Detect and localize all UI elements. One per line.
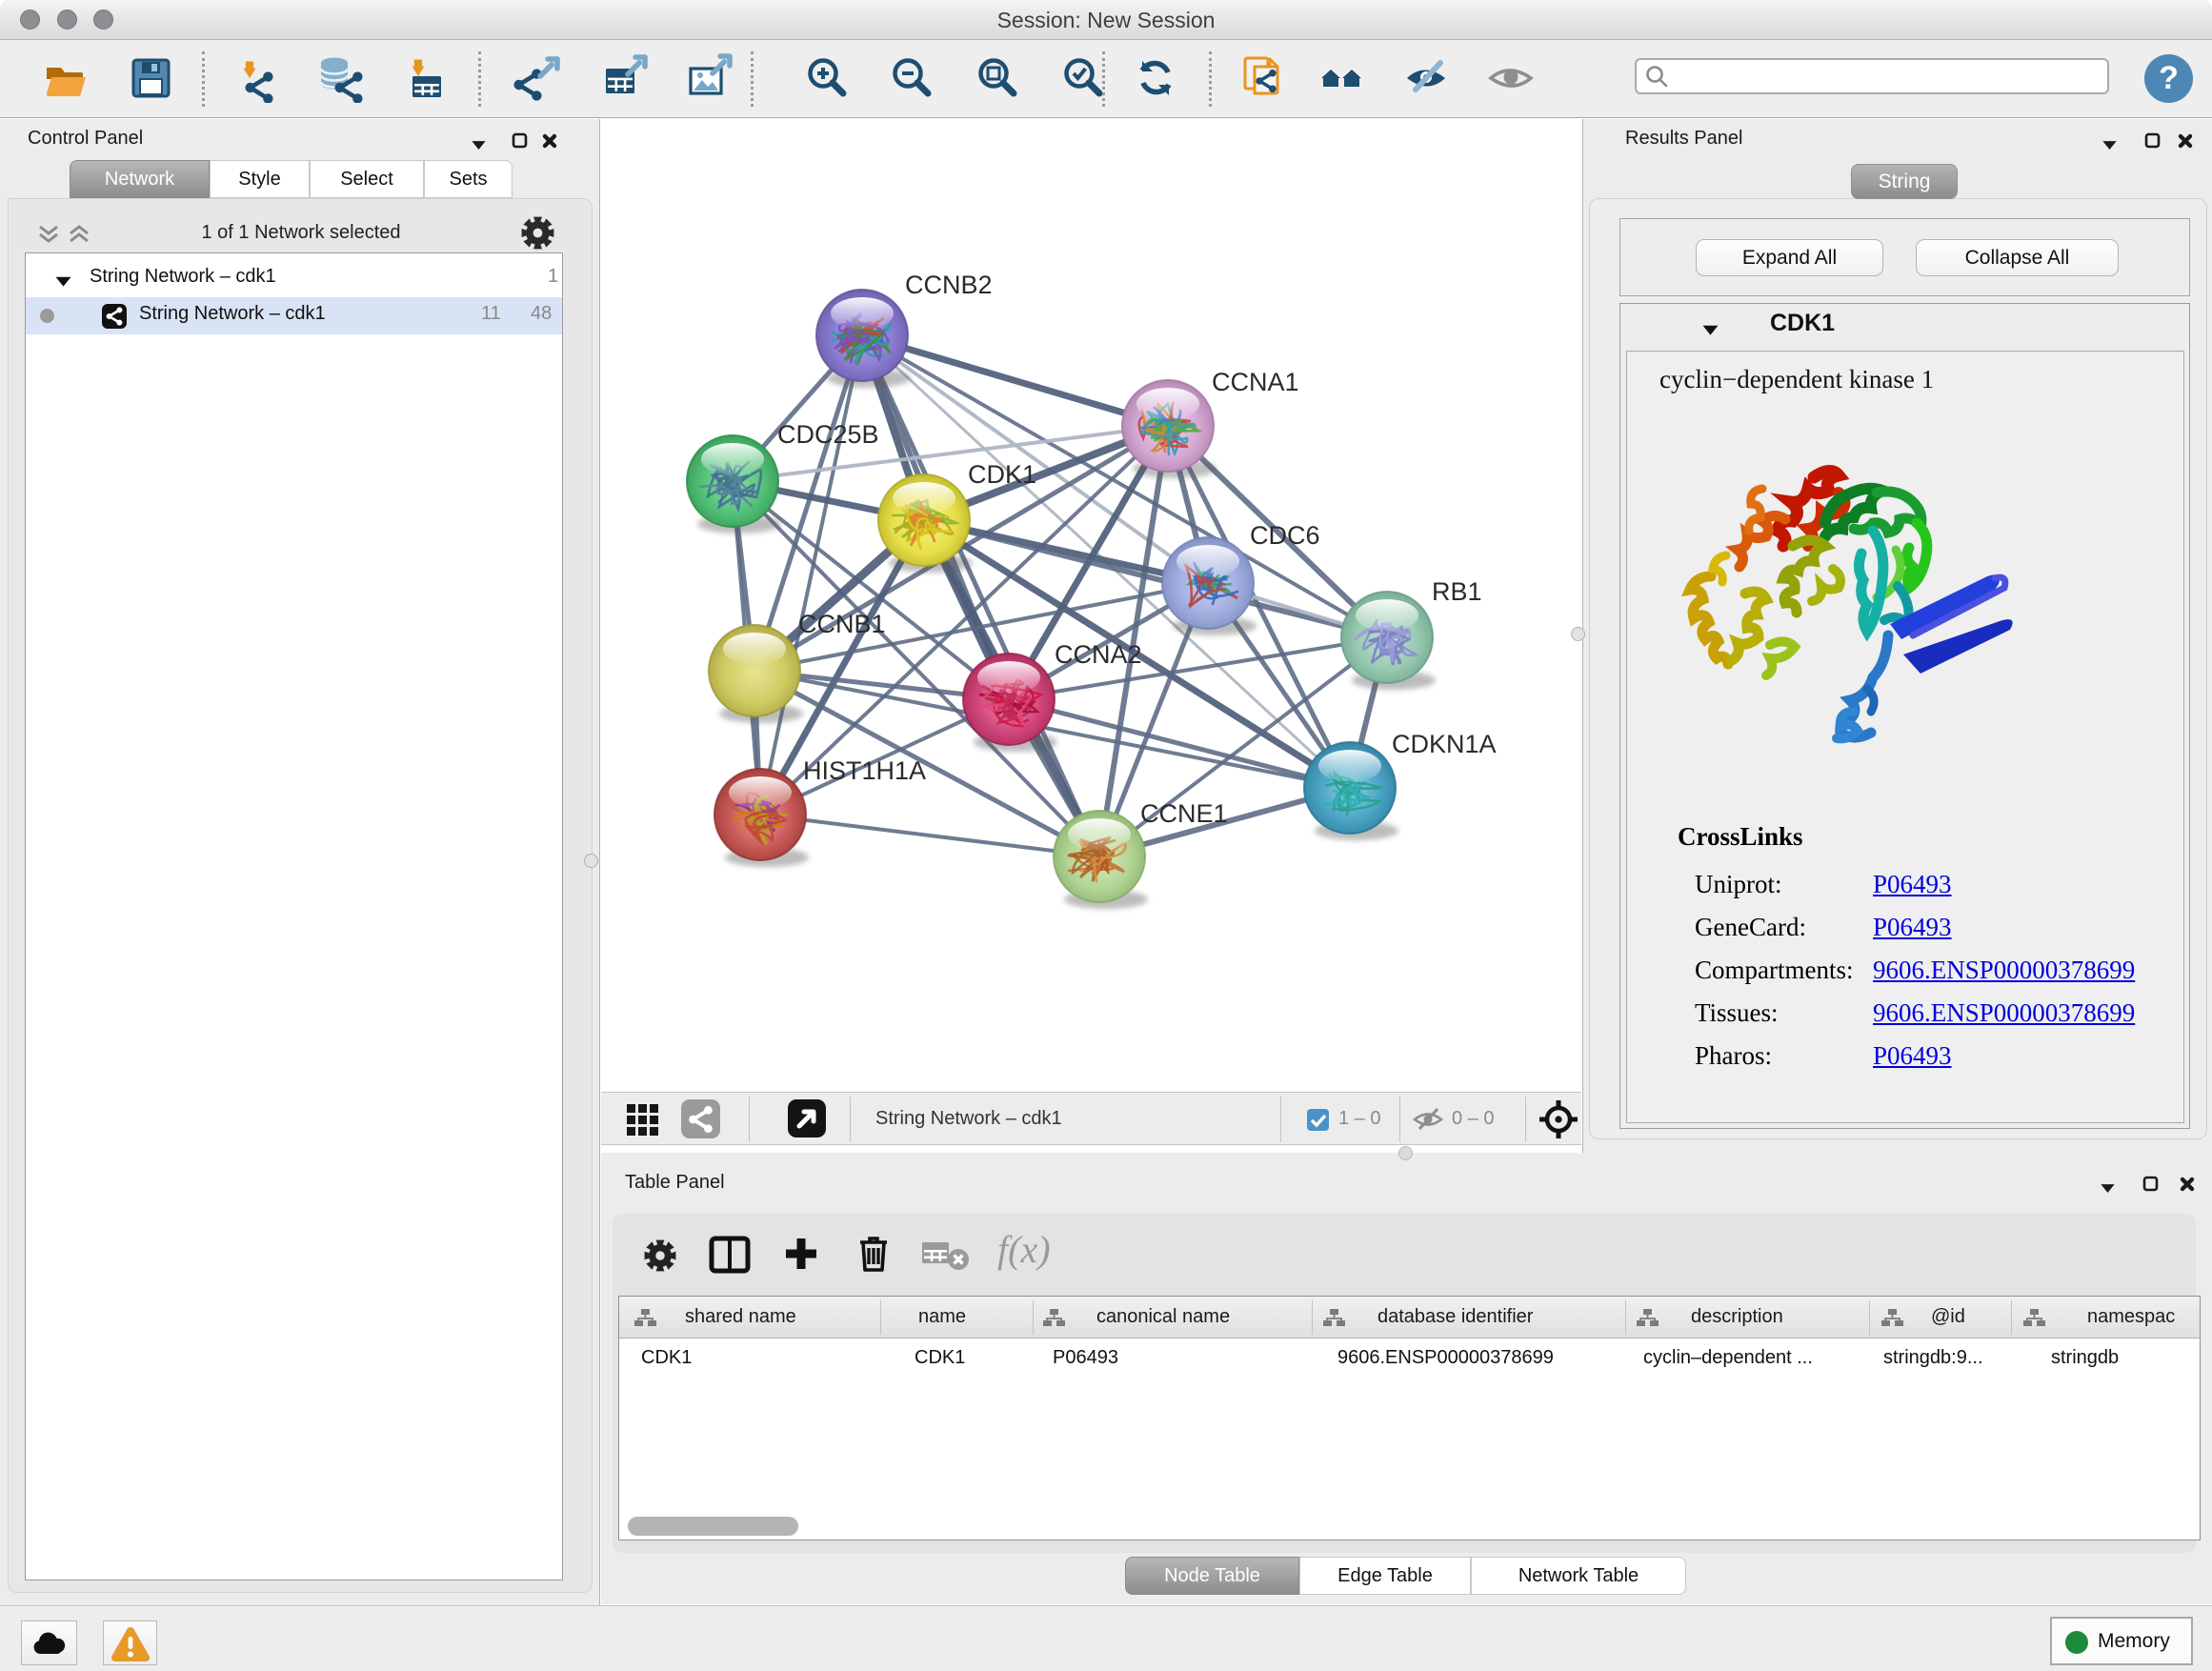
svg-text:RB1: RB1 xyxy=(1432,577,1482,606)
svg-text:CCNE1: CCNE1 xyxy=(1140,799,1228,828)
svg-text:CCNB1: CCNB1 xyxy=(798,610,886,638)
svg-text:CDK1: CDK1 xyxy=(968,460,1036,489)
svg-text:HIST1H1A: HIST1H1A xyxy=(803,756,926,785)
svg-text:CCNA2: CCNA2 xyxy=(1055,640,1142,669)
svg-text:CDC6: CDC6 xyxy=(1250,521,1320,550)
svg-text:CDKN1A: CDKN1A xyxy=(1392,730,1497,758)
svg-text:CCNB2: CCNB2 xyxy=(905,271,993,299)
svg-text:CDC25B: CDC25B xyxy=(777,420,879,449)
svg-text:CCNA1: CCNA1 xyxy=(1212,368,1299,396)
